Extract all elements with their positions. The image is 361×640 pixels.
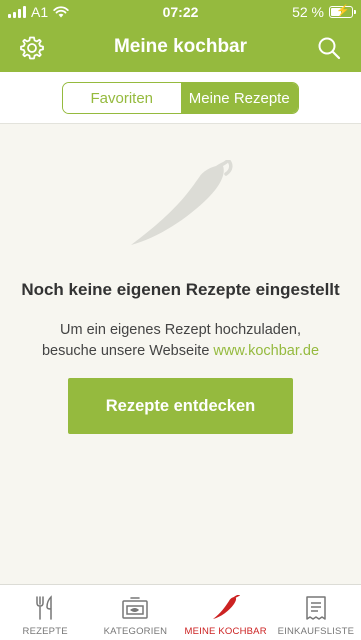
empty-state-title: Noch keine eigenen Rezepte eingestellt — [21, 280, 340, 299]
nav-item-kategorien[interactable]: KATEGORIEN — [90, 585, 180, 640]
nav-item-meine-kochbar[interactable]: MEINE KOCHBAR — [181, 585, 271, 640]
nav-label-rezepte: REZEPTE — [22, 626, 68, 637]
discover-recipes-button[interactable]: Rezepte entdecken — [68, 378, 293, 434]
nav-item-rezepte[interactable]: REZEPTE — [0, 585, 90, 640]
search-button[interactable] — [313, 32, 345, 64]
shopping-list-icon — [301, 595, 331, 621]
app-screen: A1 07:22 52 % ⚡ Meine kochbar Favoriten … — [0, 0, 361, 640]
page-title: Meine kochbar — [113, 36, 248, 57]
tab-bar: Favoriten Meine Rezepte — [0, 72, 361, 124]
bottom-nav: REZEPTE KATEGORIEN MEINE KOCHBAR EINKAUF… — [0, 584, 361, 640]
app-bar: Meine kochbar — [0, 24, 361, 72]
categories-icon — [120, 595, 150, 621]
tab-meine-rezepte[interactable]: Meine Rezepte — [180, 83, 298, 113]
chili-pepper-icon — [131, 160, 233, 245]
empty-state-text: Um ein eigenes Rezept hochzuladen, besuc… — [20, 320, 341, 362]
fork-knife-icon — [30, 595, 60, 621]
status-bar: A1 07:22 52 % ⚡ — [0, 0, 361, 24]
nav-label-einkaufsliste: EINKAUFSLISTE — [277, 626, 355, 637]
website-link[interactable]: www.kochbar.de — [213, 343, 319, 359]
nav-label-kategorien: KATEGORIEN — [103, 626, 168, 637]
header: A1 07:22 52 % ⚡ Meine kochbar — [0, 0, 361, 72]
status-right: 52 % ⚡ — [292, 4, 356, 20]
search-icon — [318, 37, 341, 60]
nav-item-einkaufsliste[interactable]: EINKAUFSLISTE — [271, 585, 361, 640]
chili-pepper-icon — [211, 595, 241, 621]
empty-state-line2-prefix: besuche unsere Webseite — [41, 343, 214, 359]
battery-icon: ⚡ — [329, 5, 356, 18]
battery-percent: 52 % — [292, 4, 324, 20]
segmented-control: Favoriten Meine Rezepte — [62, 82, 299, 114]
tab-favoriten[interactable]: Favoriten — [63, 83, 181, 113]
empty-state-line2: besuche unsere Webseite www.kochbar.de — [20, 341, 341, 362]
nav-label-meine-kochbar: MEINE KOCHBAR — [184, 626, 267, 637]
empty-state-line1: Um ein eigenes Rezept hochzuladen, — [59, 322, 301, 338]
